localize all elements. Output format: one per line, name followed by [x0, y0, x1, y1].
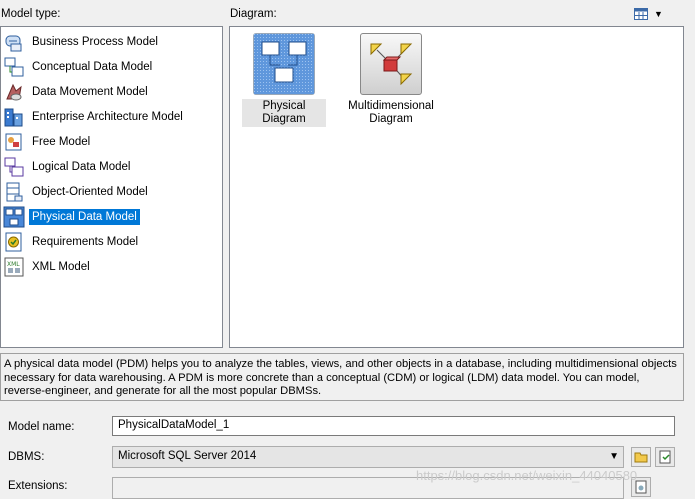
diagram-list[interactable]: Physical Diagram Multidimensional Diagra…	[229, 26, 684, 348]
model-type-list[interactable]: Business Process Model Conceptual Data M…	[0, 26, 223, 348]
properties-icon	[659, 450, 671, 464]
conceptual-data-icon	[3, 56, 25, 78]
dbms-label: DBMS:	[8, 451, 45, 463]
svg-text:XML: XML	[7, 261, 20, 268]
model-type-conceptual-data[interactable]: Conceptual Data Model	[3, 55, 155, 79]
model-name-label: Model name:	[8, 421, 75, 433]
model-type-data-movement[interactable]: Data Movement Model	[3, 80, 151, 104]
xml-model-icon: XML	[3, 256, 25, 278]
dbms-select[interactable]: Microsoft SQL Server 2014 ▼	[112, 446, 624, 468]
model-type-label: Model type:	[1, 8, 61, 20]
physical-data-icon	[3, 206, 25, 228]
extensions-label: Extensions:	[8, 480, 68, 492]
requirements-icon	[3, 231, 25, 253]
model-name-field[interactable]: PhysicalDataModel_1	[112, 416, 675, 436]
model-type-logical-data[interactable]: Logical Data Model	[3, 155, 133, 179]
diagram-physical-label: Physical Diagram	[242, 99, 326, 127]
chevron-down-icon: ▼	[609, 451, 619, 462]
model-type-business-process[interactable]: Business Process Model	[3, 30, 161, 54]
diagram-label: Diagram:	[230, 8, 277, 20]
model-type-enterprise-architecture[interactable]: Enterprise Architecture Model	[3, 105, 186, 129]
object-oriented-icon	[3, 181, 25, 203]
multidimensional-diagram-icon	[360, 33, 422, 95]
model-description: A physical data model (PDM) helps you to…	[0, 353, 684, 401]
browse-folder-button[interactable]	[631, 447, 651, 467]
diagram-physical[interactable]: Physical Diagram	[242, 33, 326, 127]
logical-data-icon	[3, 156, 25, 178]
model-type-physical-data[interactable]: Physical Data Model	[3, 205, 140, 229]
enterprise-architecture-icon	[3, 106, 25, 128]
chevron-down-icon: ▼	[654, 9, 663, 19]
view-mode-button[interactable]: ▼	[634, 6, 668, 22]
watermark: https://blog.csdn.net/weixin_44040580	[416, 468, 638, 483]
data-movement-icon	[3, 81, 25, 103]
diagram-multidimensional[interactable]: Multidimensional Diagram	[345, 33, 437, 127]
model-type-object-oriented[interactable]: Object-Oriented Model	[3, 180, 151, 204]
business-process-icon	[3, 31, 25, 53]
list-view-icon	[634, 8, 648, 20]
dbms-properties-button[interactable]	[655, 447, 675, 467]
diagram-multidimensional-label: Multidimensional Diagram	[348, 100, 434, 125]
folder-icon	[634, 452, 648, 463]
model-type-requirements[interactable]: Requirements Model	[3, 230, 141, 254]
free-model-icon	[3, 131, 25, 153]
physical-diagram-icon	[253, 33, 315, 95]
model-type-free-model[interactable]: Free Model	[3, 130, 93, 154]
model-type-xml-model[interactable]: XML XML Model	[3, 255, 93, 279]
